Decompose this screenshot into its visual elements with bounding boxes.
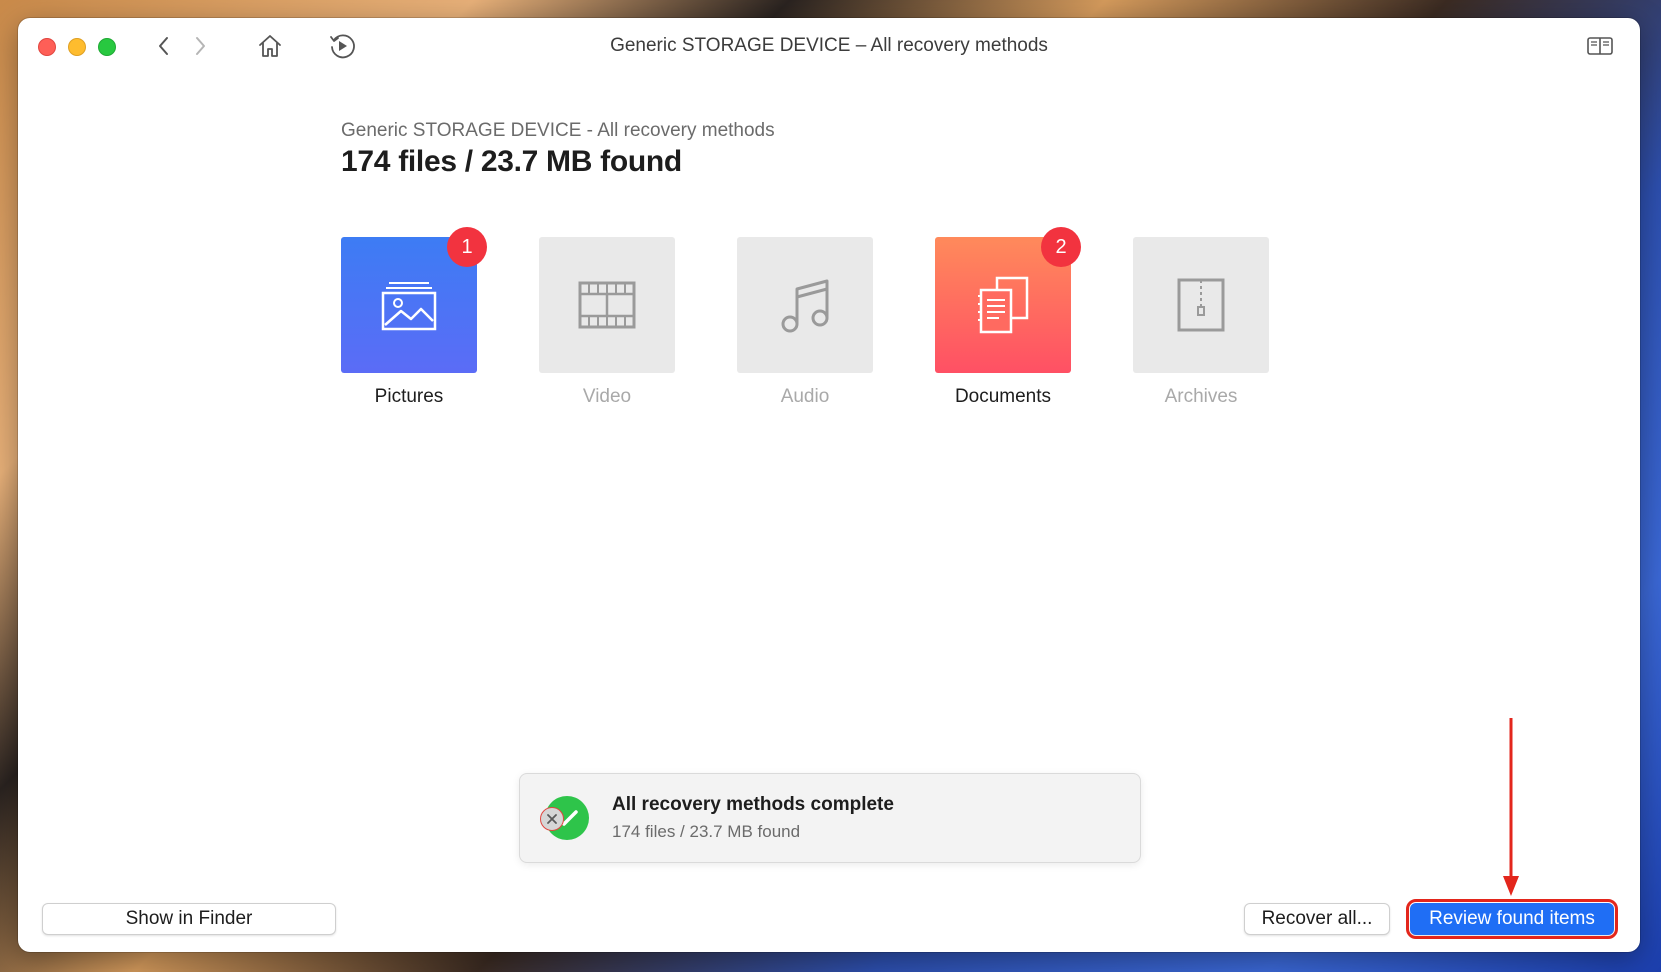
category-count-badge: 2	[1041, 227, 1081, 267]
archive-zip-icon	[1177, 278, 1225, 332]
window-title: Generic STORAGE DEVICE – All recovery me…	[610, 35, 1048, 56]
recovery-complete-toast: All recovery methods complete 174 files …	[519, 773, 1141, 863]
category-documents[interactable]: 2 Documents	[935, 227, 1081, 408]
category-archives: Archives	[1133, 237, 1269, 408]
toast-subtitle: 174 files / 23.7 MB found	[612, 822, 801, 841]
category-tile[interactable]: 1	[341, 227, 487, 373]
sidebar-toggle-icon	[1587, 37, 1613, 55]
category-label: Documents	[954, 386, 1052, 407]
picture-icon	[381, 282, 437, 331]
category-audio: Audio	[737, 237, 873, 408]
category-video: Video	[539, 237, 675, 408]
documents-icon	[978, 276, 1029, 334]
toast-close-button[interactable]	[540, 807, 564, 831]
category-tile	[737, 237, 873, 373]
title-bar: Generic STORAGE DEVICE – All recovery me…	[18, 18, 1640, 78]
toast-title: All recovery methods complete	[612, 794, 894, 815]
files-found-headline: 174 files / 23.7 MB found	[341, 145, 682, 178]
category-label: Pictures	[374, 386, 444, 407]
close-icon	[547, 814, 557, 824]
recover-all-button[interactable]: Recover all...	[1244, 903, 1390, 935]
category-count-badge: 1	[447, 227, 487, 267]
music-note-icon	[781, 279, 829, 333]
category-tile	[539, 237, 675, 373]
app-window: Generic STORAGE DEVICE – All recovery me…	[18, 18, 1640, 952]
category-label: Archives	[1164, 386, 1238, 407]
category-label: Audio	[780, 386, 830, 407]
device-subtitle: Generic STORAGE DEVICE - All recovery me…	[341, 120, 775, 141]
review-found-items-button[interactable]: Review found items	[1406, 899, 1618, 939]
sidebar-toggle-button[interactable]	[1586, 34, 1614, 58]
category-tile[interactable]: 2	[935, 227, 1081, 373]
category-tile	[1133, 237, 1269, 373]
show-in-finder-button[interactable]: Show in Finder	[42, 903, 336, 935]
film-icon	[578, 281, 636, 329]
category-label: Video	[582, 386, 632, 407]
category-pictures[interactable]: 1 Pictures	[341, 227, 487, 408]
